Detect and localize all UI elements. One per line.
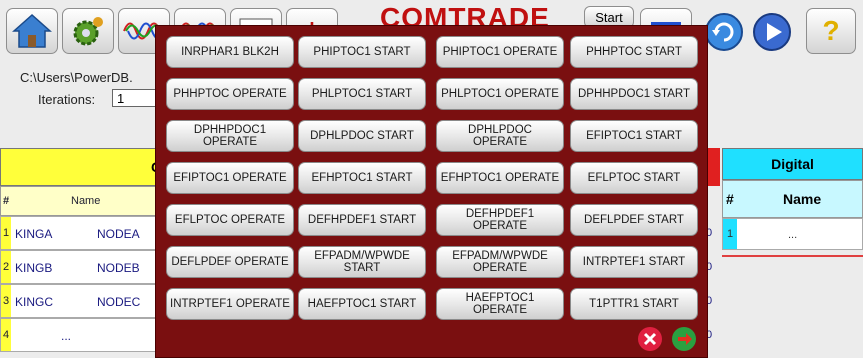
digital-col-num: #: [726, 191, 734, 207]
signal-button[interactable]: DEFHPDEF1 OPERATE: [436, 204, 564, 236]
accept-icon: [678, 333, 692, 345]
signal-button[interactable]: INTRPTEF1 START: [570, 246, 698, 278]
row-cell-b: NODEA: [97, 227, 140, 241]
row-number: 1: [723, 219, 737, 249]
row-number: 2: [1, 251, 11, 283]
digital-underline: [722, 255, 863, 257]
signal-button[interactable]: DEFLPDEF OPERATE: [166, 246, 294, 278]
row-number: 1: [1, 217, 11, 249]
signal-button[interactable]: PHHPTOC OPERATE: [166, 78, 294, 110]
help-button[interactable]: ?: [806, 8, 856, 54]
row-cell-b: NODEB: [97, 261, 140, 275]
digital-row-name: ...: [788, 229, 798, 241]
signal-button[interactable]: EFPADM/WPWDE START: [298, 246, 426, 278]
signal-button[interactable]: HAEFPTOC1 OPERATE: [436, 288, 564, 320]
table-row[interactable]: 2 KINGB NODEB: [0, 250, 160, 284]
refresh-icon: [705, 13, 743, 51]
analog-header-edge: [708, 148, 720, 186]
gear-icon: [73, 17, 103, 46]
row-cell-b: NODEC: [97, 295, 141, 309]
home-icon: [12, 13, 52, 48]
close-button[interactable]: [638, 327, 662, 351]
row-cell-a: ...: [61, 329, 72, 343]
refresh-button[interactable]: [704, 12, 744, 57]
row-number: 4: [1, 319, 11, 351]
home-button[interactable]: [6, 8, 58, 54]
play-button[interactable]: [752, 12, 792, 57]
file-path: C:\Users\PowerDB.: [20, 70, 133, 85]
row-number: 3: [1, 285, 11, 317]
settings-button[interactable]: [62, 8, 114, 54]
signal-button[interactable]: DEFLPDEF START: [570, 204, 698, 236]
digital-column-headers: # Name: [722, 180, 863, 218]
col-name: Name: [71, 195, 101, 207]
accept-button[interactable]: [672, 327, 696, 351]
play-icon: [753, 13, 791, 51]
signal-picker-dialog: INRPHAR1 BLK2H PHIPTOC1 START PHIPTOC1 O…: [155, 25, 708, 358]
signal-button[interactable]: DPHLPDOC START: [298, 120, 426, 152]
signal-button[interactable]: EFLPTOC START: [570, 162, 698, 194]
help-icon: ?: [822, 15, 840, 46]
signal-button[interactable]: PHIPTOC1 START: [298, 36, 426, 68]
signal-button[interactable]: DPHHPDOC1 OPERATE: [166, 120, 294, 152]
signal-button[interactable]: HAEFPTOC1 START: [298, 288, 426, 320]
digital-table-header: Digital: [722, 148, 863, 180]
analog-column-headers: # Name: [0, 186, 160, 216]
table-row[interactable]: 1 KINGA NODEA: [0, 216, 160, 250]
signal-button[interactable]: EFPADM/WPWDE OPERATE: [436, 246, 564, 278]
signal-button[interactable]: DPHHPDOC1 START: [570, 78, 698, 110]
signal-button[interactable]: EFIPTOC1 START: [570, 120, 698, 152]
digital-col-name: Name: [783, 191, 822, 207]
row-cell-a: KINGC: [15, 295, 54, 309]
signal-button[interactable]: T1PTTR1 START: [570, 288, 698, 320]
signal-button[interactable]: EFHPTOC1 OPERATE: [436, 162, 564, 194]
signal-button[interactable]: PHIPTOC1 OPERATE: [436, 36, 564, 68]
table-row[interactable]: 1 ...: [722, 218, 863, 250]
iterations-input[interactable]: 1: [112, 89, 158, 107]
signal-button[interactable]: PHHPTOC START: [570, 36, 698, 68]
table-row[interactable]: 4 ...: [0, 318, 160, 352]
analog-table-header: C: [0, 148, 161, 186]
signal-button[interactable]: DEFHPDEF1 START: [298, 204, 426, 236]
signal-button[interactable]: PHLPTOC1 START: [298, 78, 426, 110]
row-cell-a: KINGB: [15, 261, 53, 275]
iterations-label: Iterations:: [38, 92, 96, 107]
signal-button[interactable]: EFLPTOC OPERATE: [166, 204, 294, 236]
close-icon: [643, 332, 657, 346]
signal-button[interactable]: DPHLPDOC OPERATE: [436, 120, 564, 152]
signal-button[interactable]: EFIPTOC1 OPERATE: [166, 162, 294, 194]
col-num: #: [3, 195, 10, 207]
row-cell-a: KINGA: [15, 227, 53, 241]
table-row[interactable]: 3 KINGC NODEC: [0, 284, 160, 318]
signal-button[interactable]: EFHPTOC1 START: [298, 162, 426, 194]
signal-button[interactable]: INRPHAR1 BLK2H: [166, 36, 294, 68]
signal-button[interactable]: PHLPTOC1 OPERATE: [436, 78, 564, 110]
signal-button[interactable]: INTRPTEF1 OPERATE: [166, 288, 294, 320]
